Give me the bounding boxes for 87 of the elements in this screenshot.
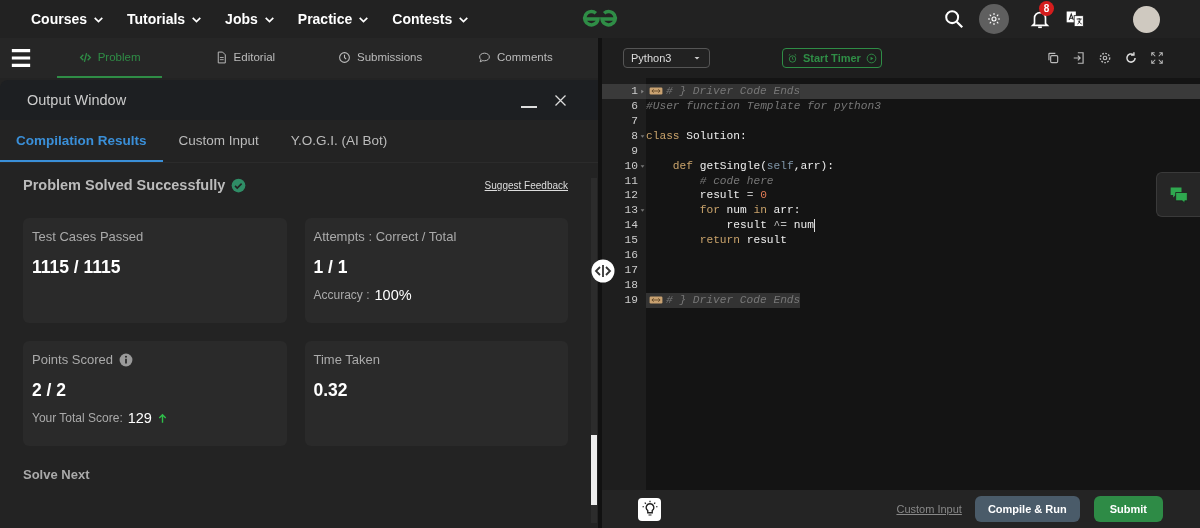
info-icon[interactable] [118, 352, 133, 367]
stat-label: Time Taken [313, 352, 380, 367]
output-tab[interactable]: Compilation Results [0, 120, 163, 162]
fullscreen-icon[interactable] [1150, 51, 1164, 65]
check-circle-icon [231, 177, 247, 193]
triangle-right-icon[interactable] [640, 89, 645, 94]
code-line: for num in arr: [698, 203, 801, 219]
code-line: class Solution: [646, 128, 747, 144]
code-line: result ^= num [725, 218, 814, 234]
line-number: 14 [624, 218, 638, 234]
line-number: 19 [624, 292, 638, 308]
nav-menu[interactable]: Contests [392, 11, 471, 27]
line-number: 9 [631, 143, 638, 159]
clock-icon [338, 50, 351, 64]
line-number: 11 [624, 173, 638, 189]
stat-value: 2 / 2 [32, 380, 67, 401]
line-number: 8 [631, 128, 638, 144]
copy-icon[interactable] [1046, 51, 1060, 65]
problem-tab[interactable]: Problem [57, 38, 163, 78]
nav-menu[interactable]: Courses [31, 11, 106, 27]
scrollbar[interactable] [591, 178, 597, 523]
code-line: #User function Template for python3 [646, 98, 881, 114]
stat-label: Points Scored [32, 352, 113, 367]
stat-detail-value: 100% [374, 287, 412, 303]
compile-run-button[interactable]: Compile & Run [974, 496, 1080, 522]
line-number: 18 [624, 278, 638, 293]
window-title: Output Window [27, 92, 128, 108]
alarm-clock-icon [787, 52, 798, 64]
triangle-down-icon[interactable] [640, 133, 645, 139]
code-line: # } Driver Code Ends [666, 292, 801, 308]
theme-toggle-button[interactable] [979, 4, 1009, 34]
nav-menu[interactable]: Tutorials [127, 11, 204, 27]
section-heading: Solve Next [23, 467, 90, 482]
menu-icon[interactable] [10, 47, 32, 69]
submit-button[interactable]: Submit [1093, 496, 1163, 522]
status-message: Problem Solved Successfully [23, 177, 226, 193]
stat-value: 1 / 1 [313, 257, 348, 278]
line-number: 10 [624, 158, 638, 174]
close-button[interactable] [553, 92, 568, 108]
code-line: result = 0 [698, 188, 767, 204]
problem-tab[interactable]: Editorial [192, 38, 298, 78]
close-icon [553, 92, 568, 108]
suggest-feedback-link[interactable]: Suggest Feedback [484, 179, 568, 191]
search-icon[interactable] [943, 8, 965, 30]
lightbulb-icon [640, 500, 659, 518]
line-number: 16 [624, 248, 638, 264]
avatar[interactable] [1133, 5, 1160, 33]
settings-icon[interactable] [1098, 51, 1112, 65]
output-tab[interactable]: Custom Input [162, 120, 275, 162]
nav-menu[interactable]: Practice [297, 11, 371, 27]
nav-menu[interactable]: Jobs [225, 11, 276, 27]
language-dropdown[interactable]: Python3 [623, 48, 710, 68]
stat-value: 0.32 [313, 380, 348, 401]
stat-label: Attempts : Correct / Total [313, 229, 457, 244]
code-line: # } Driver Code Ends [666, 84, 801, 99]
notification-badge: 8 [1039, 1, 1054, 16]
triangle-down-icon[interactable] [640, 208, 645, 214]
line-number: 15 [624, 233, 638, 249]
custom-input-link[interactable]: Custom Input [896, 503, 962, 515]
code-line: return result [698, 233, 787, 249]
stat-value: 1115 / 1115 [32, 257, 121, 278]
code-icon [78, 50, 92, 64]
line-number: 7 [631, 113, 638, 129]
triangle-down-icon[interactable] [640, 163, 645, 169]
start-timer-button[interactable]: Start Timer [782, 48, 882, 68]
problem-tab[interactable]: Submissions [327, 38, 433, 78]
line-number: 17 [624, 263, 638, 278]
line-number: 6 [631, 98, 638, 114]
line-number: 13 [624, 203, 638, 219]
problem-tab[interactable]: Comments [462, 38, 568, 78]
play-icon [865, 52, 877, 64]
speech-bubble-icon [478, 50, 492, 64]
sun-icon [986, 11, 1002, 27]
code-line: def getSingle(self,arr): [671, 158, 834, 174]
stat-detail-value: 129 [127, 410, 152, 426]
sign-in-icon[interactable] [1072, 51, 1086, 65]
code-line: # code here [698, 173, 774, 189]
stat-label: Test Cases Passed [32, 229, 144, 244]
output-tab[interactable]: Y.O.G.I. (AI Bot) [274, 120, 404, 162]
hint-button[interactable] [638, 497, 661, 521]
stat-detail-label: Your Total Score: [32, 411, 123, 425]
refresh-icon[interactable] [1124, 51, 1138, 65]
stat-detail-label: Accuracy : [313, 288, 370, 302]
chat-button[interactable] [1156, 172, 1200, 217]
translate-icon[interactable] [1065, 9, 1085, 29]
line-number: 1 [631, 84, 638, 99]
line-number: 12 [624, 188, 638, 204]
